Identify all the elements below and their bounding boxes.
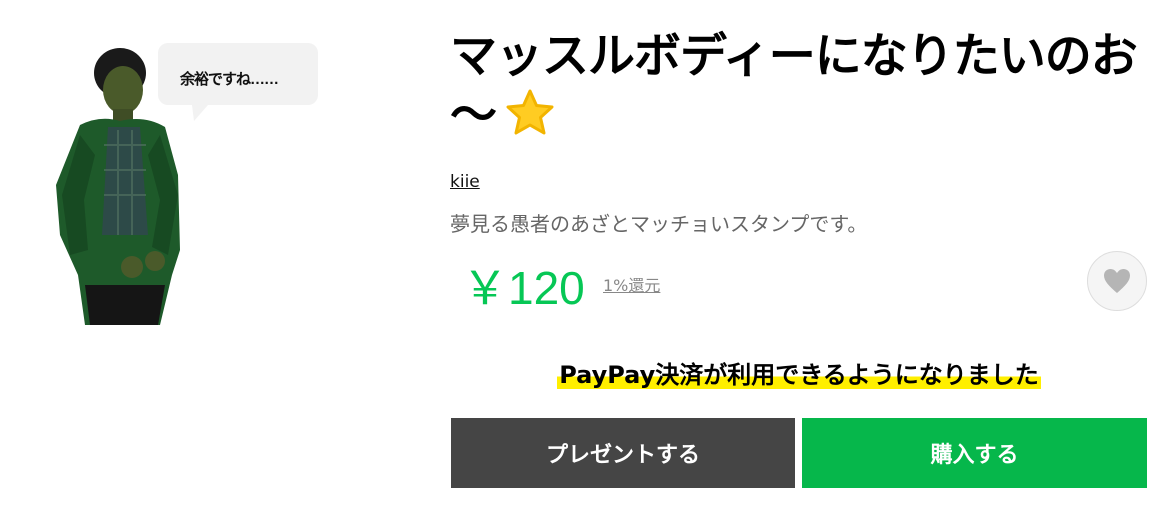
page-title: マッスルボディーになりたいのお～ — [450, 27, 1150, 145]
author-link[interactable]: kiie — [450, 172, 480, 192]
star-icon — [504, 88, 556, 138]
heart-icon — [1104, 269, 1130, 293]
speech-bubble-text: 余裕ですね…… — [180, 71, 279, 88]
present-button[interactable]: プレゼントする — [451, 418, 795, 488]
paypay-banner-text: PayPay決済が利用できるようになりました — [557, 361, 1041, 389]
buy-button[interactable]: 購入する — [802, 418, 1147, 488]
favorite-button[interactable] — [1087, 251, 1147, 311]
sticker-image: 余裕ですね…… — [40, 35, 330, 335]
paypay-banner: PayPay決済が利用できるようになりました — [450, 355, 1148, 390]
price: ￥120 — [462, 262, 585, 314]
product-description: 夢見る愚者のあざとマッチョいスタンプです。 — [450, 212, 868, 236]
reward-link[interactable]: 1%還元 — [603, 272, 660, 296]
